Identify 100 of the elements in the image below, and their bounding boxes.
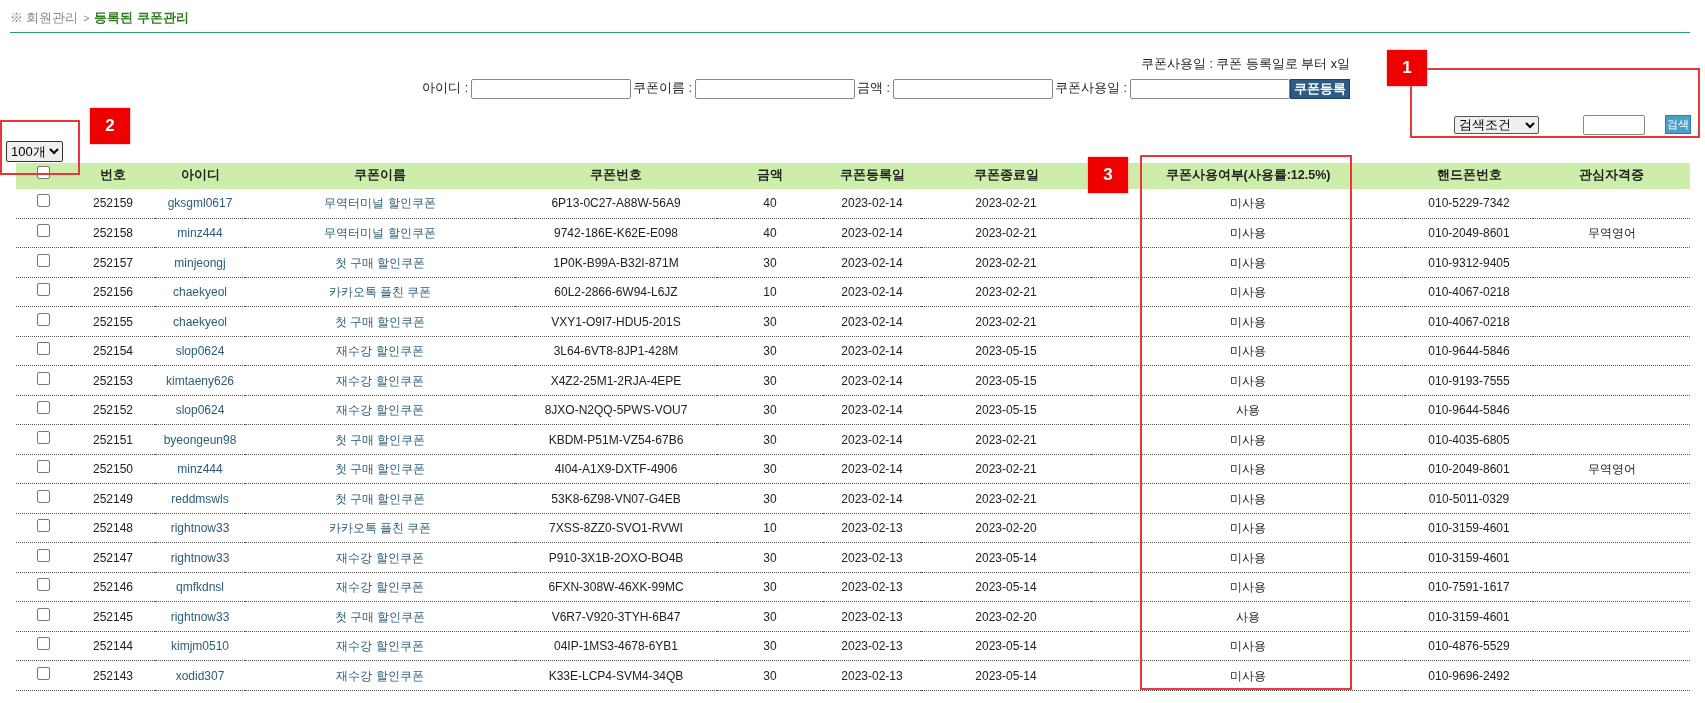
coupon-name-link[interactable]: 재수강 할인쿠폰 (336, 344, 424, 358)
coupon-code: 6P13-0C27-A88W-56A9 (551, 196, 681, 211)
user-id-link[interactable]: xodid307 (175, 668, 225, 683)
coupon-code: X4Z2-25M1-2RJA-4EPE (550, 373, 682, 388)
checkbox[interactable] (37, 401, 50, 414)
checkbox[interactable] (37, 312, 50, 326)
row-number: 252152 (92, 403, 133, 417)
user-id-link[interactable]: gksgml0617 (167, 196, 233, 211)
coupon-name-link[interactable]: 재수강 할인쿠폰 (336, 580, 424, 594)
amount: 30 (763, 609, 777, 624)
phone-number: 010-9312-9405 (1428, 255, 1510, 270)
expiry-date: 2023-02-21 (975, 491, 1037, 506)
amount: 30 (763, 550, 777, 565)
user-id-link[interactable]: qmfkdnsl (176, 580, 224, 594)
coupon-code: 60L2-2866-6W94-L6JZ (554, 285, 678, 299)
search-field[interactable] (1583, 114, 1645, 135)
coupon-code: 04IP-1MS3-4678-6YB1 (553, 639, 679, 653)
coupon-name-field[interactable] (695, 78, 856, 99)
expiry-date: 2023-02-21 (975, 285, 1037, 299)
register-button[interactable]: 쿠폰등록 (1290, 78, 1350, 99)
user-id-link[interactable]: minz444 (177, 226, 223, 240)
id-field[interactable] (471, 78, 632, 99)
user-id-link[interactable]: rightnow33 (170, 521, 230, 535)
user-id-link[interactable]: chaekyeol (172, 285, 227, 299)
checkbox[interactable] (37, 666, 50, 680)
user-id-link[interactable]: chaekyeol (172, 314, 227, 329)
checkbox[interactable] (37, 489, 50, 503)
coupon-name-link[interactable]: 첫 구매 할인쿠폰 (334, 432, 426, 447)
usage-status: 미사용 (1230, 521, 1266, 535)
phone-number: 010-2049-8601 (1428, 462, 1510, 476)
coupon-name-link[interactable]: 재수강 할인쿠폰 (336, 373, 424, 388)
coupon-code: 8JXO-N2QQ-5PWS-VOU7 (544, 403, 688, 417)
coupon-name-link[interactable]: 재수강 할인쿠폰 (336, 668, 424, 683)
checkbox[interactable] (37, 519, 50, 532)
coupon-name-link[interactable]: 첫 구매 할인쿠폰 (334, 314, 426, 329)
page-size-dropdown[interactable]: 100개 (6, 140, 63, 162)
column-header: 쿠폰이름 (354, 168, 406, 183)
coupon-name-link[interactable]: 재수강 할인쿠폰 (336, 550, 424, 565)
user-id-link[interactable]: slop0624 (175, 344, 225, 358)
coupon-name-link[interactable]: 첫 구매 할인쿠폰 (334, 609, 426, 624)
issue-date: 2023-02-14 (841, 373, 903, 388)
checkbox[interactable] (37, 224, 50, 237)
amount: 30 (763, 344, 777, 358)
checkbox[interactable] (37, 460, 50, 473)
usage-status: 미사용 (1230, 196, 1266, 211)
issue-date: 2023-02-14 (841, 403, 903, 417)
checkbox[interactable] (37, 342, 50, 355)
usage-status: 미사용 (1230, 226, 1266, 240)
checkbox[interactable] (37, 430, 50, 444)
checkbox[interactable] (37, 578, 50, 591)
coupon-name-link[interactable]: 재수강 할인쿠폰 (336, 639, 424, 653)
checkbox[interactable] (37, 283, 50, 296)
amount: 30 (763, 491, 777, 506)
checkbox[interactable] (37, 253, 50, 267)
row-number: 252159 (92, 196, 133, 211)
user-id-link[interactable]: reddmswls (171, 491, 229, 506)
expiry-date: 2023-05-14 (975, 550, 1037, 565)
row-number: 252155 (92, 314, 133, 329)
user-id-link[interactable]: kimjm0510 (171, 639, 229, 653)
checkbox[interactable] (37, 194, 50, 208)
user-id-link[interactable]: minjeongj (174, 255, 226, 270)
expiry-date: 2023-02-20 (975, 609, 1037, 624)
checkbox[interactable] (37, 548, 50, 562)
user-id-link[interactable]: rightnow33 (170, 550, 230, 565)
checkbox[interactable] (37, 607, 50, 621)
amount-field[interactable] (893, 78, 1054, 99)
user-id-link[interactable]: byeongeun98 (163, 432, 237, 447)
coupon-name-link[interactable]: 무역터미널 할인쿠폰 (324, 226, 436, 240)
coupon-name-link[interactable]: 첫 구매 할인쿠폰 (334, 462, 426, 476)
row-number: 252145 (92, 609, 133, 624)
usage-status: 미사용 (1230, 344, 1266, 358)
coupon-name-link[interactable]: 카카오톡 플친 쿠폰 (328, 285, 432, 299)
row-number: 252151 (92, 432, 133, 447)
user-id-link[interactable]: rightnow33 (170, 609, 230, 624)
checkbox[interactable] (37, 371, 50, 385)
usage-days-field[interactable] (1130, 78, 1290, 99)
coupon-name-link[interactable]: 첫 구매 할인쿠폰 (334, 255, 426, 270)
breadcrumb-parent[interactable]: ※ 회원관리 (10, 11, 79, 25)
condition-dropdown[interactable]: 검색조건 (1454, 115, 1539, 134)
coupon-name-link[interactable]: 카카오톡 플친 쿠폰 (328, 521, 432, 535)
issue-date: 2023-02-14 (841, 314, 903, 329)
row-number: 252148 (92, 521, 133, 535)
column-header: 쿠폰번호 (590, 168, 642, 183)
phone-number: 010-4067-0218 (1428, 314, 1510, 329)
field-label: 쿠폰이름 : (633, 80, 693, 98)
user-id-link[interactable]: minz444 (177, 462, 223, 476)
checkbox[interactable] (37, 637, 50, 650)
usage-status: 미사용 (1230, 373, 1266, 388)
coupon-name-link[interactable]: 첫 구매 할인쿠폰 (334, 491, 426, 506)
coupon-name-link[interactable]: 무역터미널 할인쿠폰 (324, 196, 436, 211)
phone-number: 010-4035-6805 (1428, 432, 1510, 447)
row-number: 252143 (92, 668, 133, 683)
coupon-name-link[interactable]: 재수강 할인쿠폰 (336, 403, 424, 417)
phone-number: 010-9696-2492 (1428, 668, 1510, 683)
issue-date: 2023-02-13 (841, 639, 903, 653)
amount: 30 (763, 432, 777, 447)
row-number: 252158 (92, 226, 133, 240)
user-id-link[interactable]: kimtaeny626 (165, 373, 234, 388)
user-id-link[interactable]: slop0624 (175, 403, 225, 417)
coupon-code: K33E-LCP4-SVM4-34QB (548, 668, 684, 683)
